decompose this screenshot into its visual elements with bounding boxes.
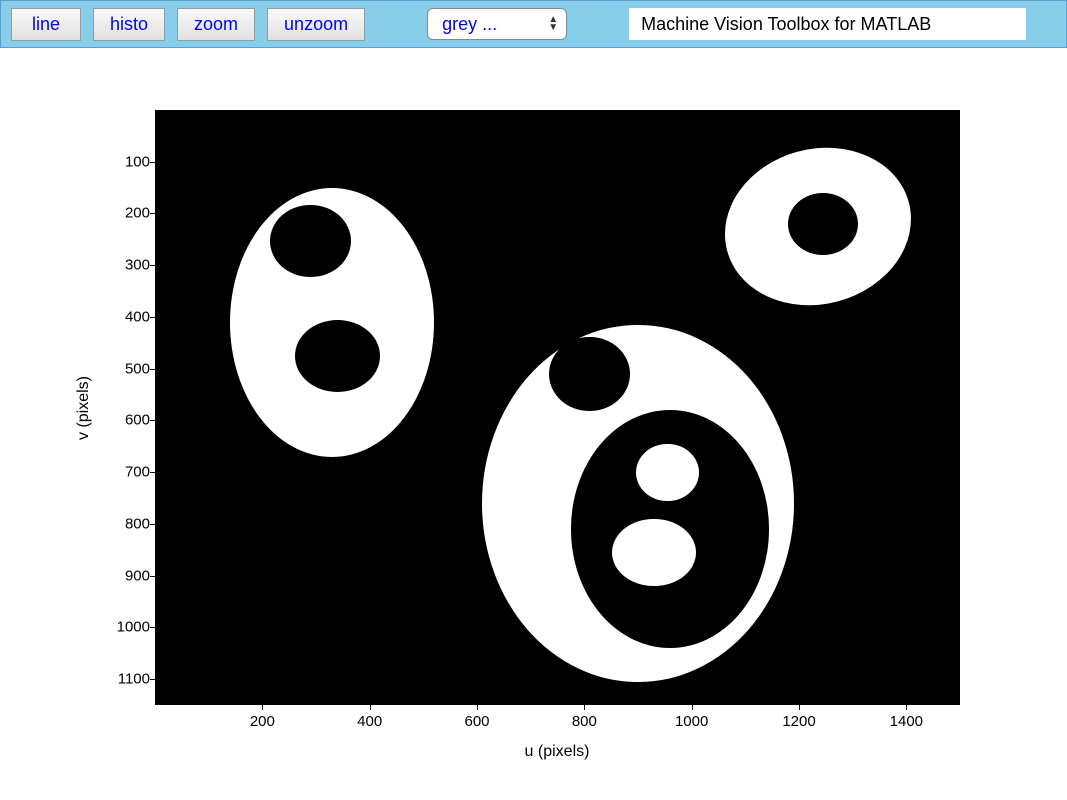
histo-button[interactable]: histo: [93, 8, 165, 41]
y-tick-label: 1000: [117, 619, 150, 636]
x-tick-label: 1200: [782, 713, 815, 730]
colormap-select[interactable]: grey ... ▲ ▼: [427, 8, 567, 40]
line-button[interactable]: line: [11, 8, 81, 41]
y-tick-mark: [150, 679, 155, 680]
blob-big-left-hole2: [295, 320, 381, 392]
x-tick-label: 200: [250, 713, 275, 730]
y-tick-mark: [150, 420, 155, 421]
updown-icon: ▲ ▼: [548, 16, 566, 32]
y-tick-label: 1100: [118, 671, 150, 688]
colormap-select-value: grey ...: [442, 14, 548, 35]
y-tick-mark: [150, 524, 155, 525]
y-tick-mark: [150, 576, 155, 577]
x-tick-mark: [799, 705, 800, 710]
x-tick-label: 600: [464, 713, 489, 730]
y-tick-mark: [150, 472, 155, 473]
y-tick-label: 400: [125, 308, 150, 325]
image-axes[interactable]: [155, 110, 960, 705]
y-axis-label: v (pixels): [75, 376, 93, 440]
title-field[interactable]: Machine Vision Toolbox for MATLAB: [629, 8, 1026, 40]
unzoom-button[interactable]: unzoom: [267, 8, 365, 41]
zoom-button[interactable]: zoom: [177, 8, 255, 41]
y-tick-label: 100: [125, 153, 150, 170]
x-tick-mark: [692, 705, 693, 710]
x-tick-label: 1400: [890, 713, 923, 730]
blob-center-inner-white1: [636, 444, 698, 501]
y-tick-mark: [150, 627, 155, 628]
blob-center-hole-top: [549, 337, 630, 412]
plot-area: v (pixels) u (pixels) 100 200 300 400 500 600…: [0, 48, 1067, 800]
x-tick-mark: [262, 705, 263, 710]
x-tick-label: 1000: [675, 713, 708, 730]
blob-top-right-hole: [788, 193, 858, 255]
x-axis-label: u (pixels): [525, 743, 590, 761]
blob-center-inner-white2: [612, 519, 696, 586]
x-tick-mark: [477, 705, 478, 710]
y-tick-mark: [150, 162, 155, 163]
y-tick-label: 800: [125, 515, 150, 532]
y-tick-mark: [150, 317, 155, 318]
toolbar: line histo zoom unzoom grey ... ▲ ▼ Mach…: [0, 0, 1067, 48]
y-tick-label: 600: [125, 412, 150, 429]
y-tick-label: 300: [125, 257, 150, 274]
y-tick-mark: [150, 369, 155, 370]
blob-big-left-hole1: [270, 205, 351, 277]
x-tick-mark: [906, 705, 907, 710]
x-tick-label: 400: [357, 713, 382, 730]
y-tick-label: 900: [125, 567, 150, 584]
x-tick-mark: [584, 705, 585, 710]
y-tick-mark: [150, 213, 155, 214]
y-tick-mark: [150, 265, 155, 266]
x-tick-mark: [370, 705, 371, 710]
y-tick-label: 200: [125, 205, 150, 222]
x-tick-label: 800: [572, 713, 597, 730]
y-tick-label: 500: [125, 360, 150, 377]
y-tick-label: 700: [125, 464, 150, 481]
